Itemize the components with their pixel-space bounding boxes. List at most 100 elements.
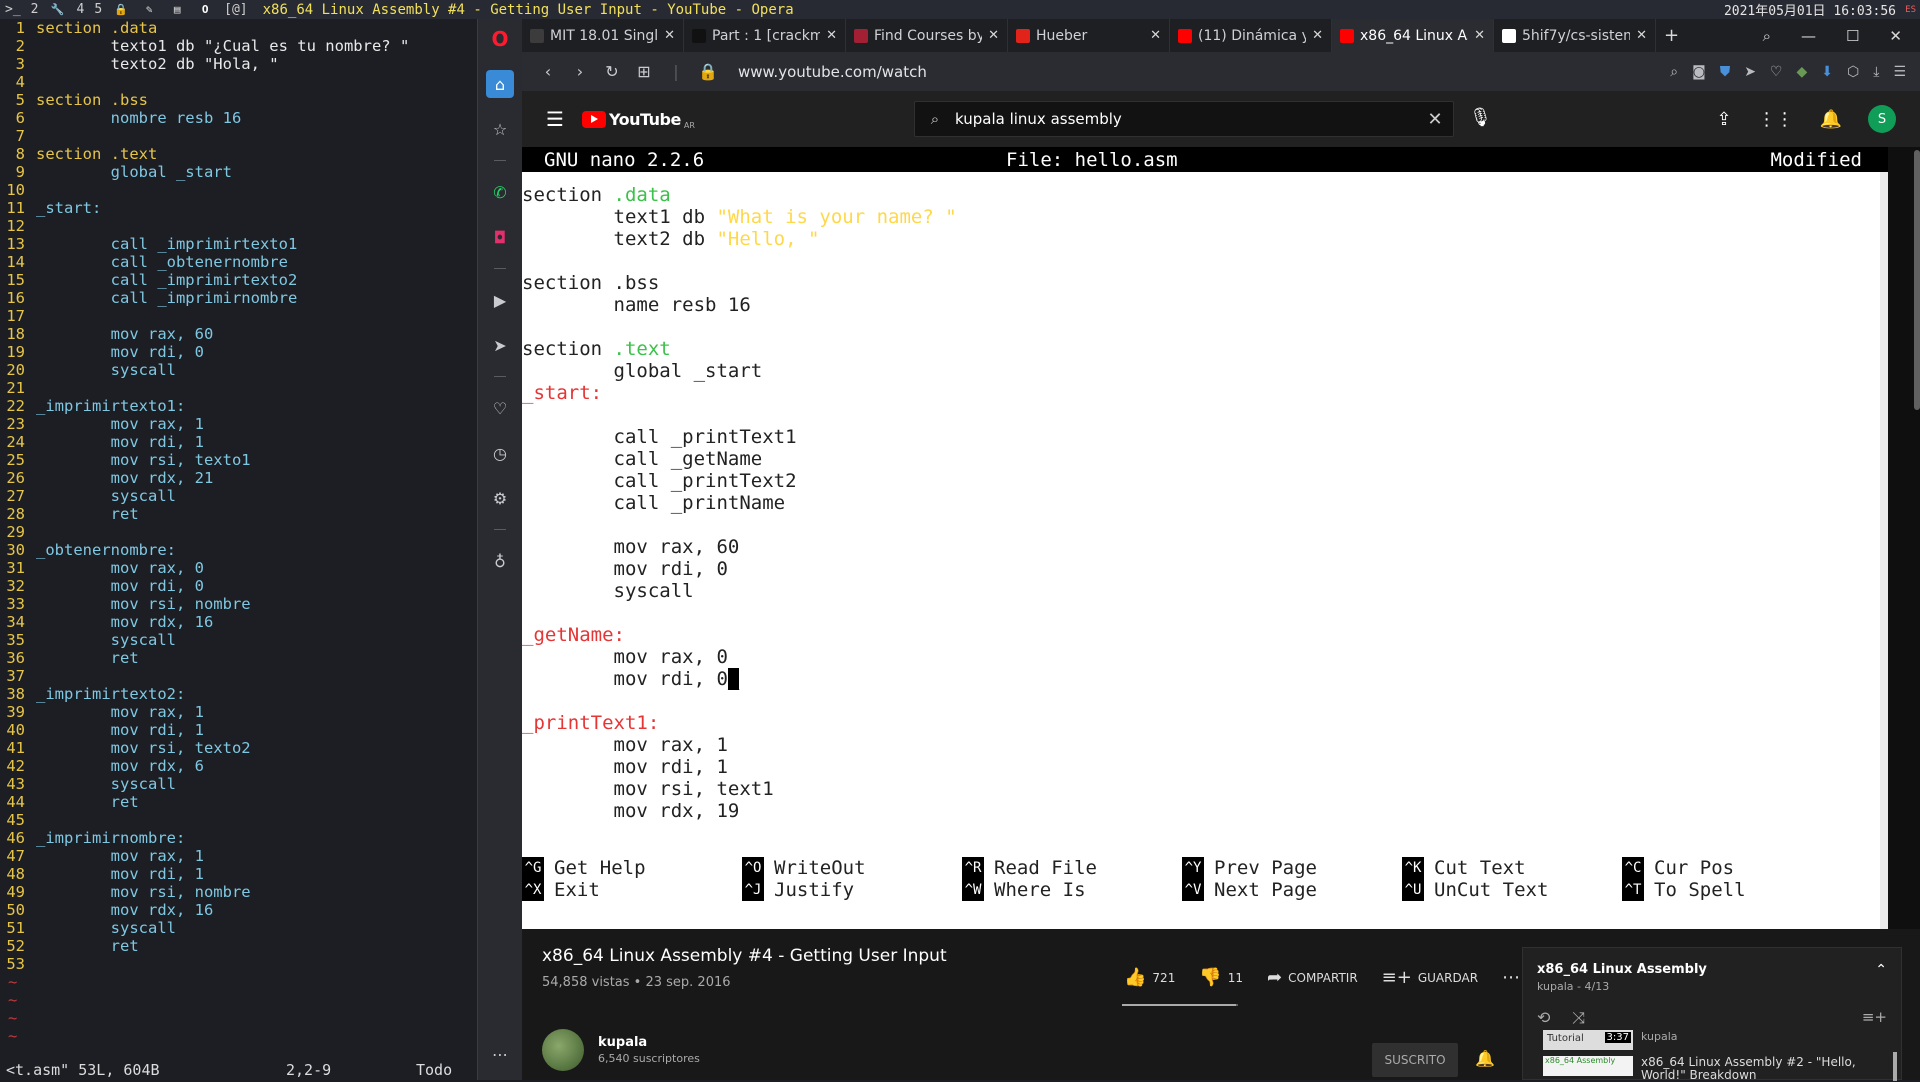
vim-line[interactable]: 25 mov rsi, texto1 <box>0 451 478 469</box>
vim-line[interactable]: 51 syscall <box>0 919 478 937</box>
chevron-up-icon[interactable]: ⌃ <box>1875 962 1887 978</box>
browser-tab[interactable]: MIT 18.01 Single ✕ <box>522 19 684 52</box>
bulb-icon[interactable]: ♁ <box>486 547 514 575</box>
download-extension-icon[interactable]: ⬇ <box>1821 64 1833 80</box>
vim-line[interactable]: 15 call _imprimirtexto2 <box>0 271 478 289</box>
terminal-icon[interactable]: >_ <box>0 2 26 17</box>
vim-line[interactable]: 19 mov rdi, 0 <box>0 343 478 361</box>
close-tab-icon[interactable]: ✕ <box>1474 28 1485 43</box>
vim-line[interactable]: 2 texto1 db "¿Cual es tu nombre? " <box>0 37 478 55</box>
close-tab-icon[interactable]: ✕ <box>1312 28 1323 43</box>
vim-line[interactable]: 35 syscall <box>0 631 478 649</box>
send-icon[interactable]: ➤ <box>1744 64 1756 80</box>
opera-icon[interactable]: O <box>198 3 212 16</box>
downloads-icon[interactable]: ⤓ <box>1873 64 1879 80</box>
instagram-icon[interactable]: ◘ <box>486 223 514 251</box>
heart-icon[interactable]: ♡ <box>486 394 514 422</box>
vim-line[interactable]: 9 global _start <box>0 163 478 181</box>
maximize-icon[interactable]: ☐ <box>1846 27 1859 45</box>
vim-line[interactable]: 42 mov rdx, 6 <box>0 757 478 775</box>
vim-line[interactable]: 23 mov rax, 1 <box>0 415 478 433</box>
back-icon[interactable]: ‹ <box>532 62 564 81</box>
more-actions-button[interactable]: ⋯ <box>1502 967 1520 988</box>
browser-tab[interactable]: 5hif7y/cs-sistem ✕ <box>1494 19 1656 52</box>
vim-line[interactable]: 1 section .data <box>0 19 478 37</box>
browser-tab[interactable]: Find Courses by ✕ <box>846 19 1008 52</box>
loop-icon[interactable]: ⟲ <box>1537 1008 1550 1028</box>
vim-line[interactable]: 4 <box>0 73 478 91</box>
tabs-overview-icon[interactable]: ⊞ <box>628 62 660 81</box>
vim-line[interactable]: 26 mov rdx, 21 <box>0 469 478 487</box>
notification-bell-icon[interactable]: 🔔 <box>1475 1049 1495 1068</box>
vim-line[interactable]: 11 _start: <box>0 199 478 217</box>
vim-line[interactable]: 27 syscall <box>0 487 478 505</box>
lock-icon[interactable]: 🔒 <box>114 3 128 16</box>
vim-line[interactable]: 33 mov rsi, nombre <box>0 595 478 613</box>
vim-line[interactable]: 28 ret <box>0 505 478 523</box>
vim-line[interactable]: 24 mov rdi, 1 <box>0 433 478 451</box>
vim-line[interactable]: 46 _imprimirnombre: <box>0 829 478 847</box>
vim-line[interactable]: 7 <box>0 127 478 145</box>
send-icon[interactable]: ➤ <box>486 331 514 359</box>
vim-line[interactable]: 6 nombre resb 16 <box>0 109 478 127</box>
minimize-icon[interactable]: — <box>1801 27 1816 45</box>
more-icon[interactable]: ⋯ <box>486 1040 514 1068</box>
share-button[interactable]: ➦ COMPARTIR <box>1267 967 1358 988</box>
vim-buffer[interactable]: 1 section .data 2 texto1 db "¿Cual es tu n… <box>0 19 478 973</box>
easy-setup-icon[interactable]: ☰ <box>1893 64 1906 80</box>
playlist-item[interactable]: Tutorial 3:37 kupala <box>1543 1030 1871 1050</box>
browser-tab[interactable]: Hueber ✕ <box>1008 19 1170 52</box>
vim-line[interactable]: 48 mov rdi, 1 <box>0 865 478 883</box>
vim-line[interactable]: 38 _imprimirtexto2: <box>0 685 478 703</box>
vim-line[interactable]: 22 _imprimirtexto1: <box>0 397 478 415</box>
vim-line[interactable]: 41 mov rsi, texto2 <box>0 739 478 757</box>
workspace-2[interactable]: 2 <box>26 2 44 17</box>
close-tab-icon[interactable]: ✕ <box>988 28 999 43</box>
shuffle-icon[interactable]: ⤨ <box>1572 1008 1585 1028</box>
upload-icon[interactable]: ⇪ <box>1716 109 1731 130</box>
menu-icon[interactable]: ☰ <box>546 107 566 131</box>
notifications-icon[interactable]: 🔔 <box>1820 109 1842 130</box>
vim-line[interactable]: 20 syscall <box>0 361 478 379</box>
like-button[interactable]: 👍 721 <box>1124 967 1175 988</box>
avatar[interactable]: S <box>1868 105 1896 133</box>
playlist-scrollbar[interactable] <box>1893 1052 1897 1081</box>
url-field[interactable]: www.youtube.com/watch <box>738 63 927 81</box>
vim-line[interactable]: 40 mov rdi, 1 <box>0 721 478 739</box>
close-tab-icon[interactable]: ✕ <box>1636 28 1647 43</box>
page-scrollbar[interactable] <box>1914 150 1920 410</box>
playlist-item[interactable]: x86_64 Assembly x86_64 Linux Assembly #2… <box>1543 1056 1871 1082</box>
browser-tab[interactable]: (11) Dinámica y ✕ <box>1170 19 1332 52</box>
search-box[interactable]: ⌕ kupala linux assembly ✕ <box>914 101 1454 137</box>
vim-line[interactable]: 37 <box>0 667 478 685</box>
vim-line[interactable]: 39 mov rax, 1 <box>0 703 478 721</box>
vim-line[interactable]: 31 mov rax, 0 <box>0 559 478 577</box>
star-icon[interactable]: ☆ <box>486 115 514 143</box>
close-window-icon[interactable]: ✕ <box>1889 27 1902 45</box>
zoom-icon[interactable]: ⌕ <box>1670 64 1678 80</box>
apps-icon[interactable]: ⋮⋮ <box>1758 109 1794 130</box>
vim-line[interactable]: 29 <box>0 523 478 541</box>
playlist-add-icon[interactable]: ≡+ <box>1862 1008 1887 1026</box>
channel-name[interactable]: kupala <box>598 1035 700 1050</box>
vim-editor[interactable]: 1 section .data 2 texto1 db "¿Cual es tu n… <box>0 19 478 1080</box>
vim-line[interactable]: 47 mov rax, 1 <box>0 847 478 865</box>
dislike-button[interactable]: 👎 11 <box>1199 967 1243 988</box>
workspace-4[interactable]: 4 <box>71 2 89 17</box>
player-icon[interactable]: ▶ <box>486 286 514 314</box>
vim-line[interactable]: 8 section .text <box>0 145 478 163</box>
bookmark-heart-icon[interactable]: ♡ <box>1770 64 1783 80</box>
vim-line[interactable]: 34 mov rdx, 16 <box>0 613 478 631</box>
home-icon[interactable]: ⌂ <box>486 70 514 98</box>
subscribed-button[interactable]: SUSCRITO <box>1372 1043 1458 1077</box>
vim-line[interactable]: 13 call _imprimirtexto1 <box>0 235 478 253</box>
microphone-icon[interactable]: 🎙 <box>1469 107 1492 128</box>
vim-line[interactable]: 10 <box>0 181 478 199</box>
vim-line[interactable]: 44 ret <box>0 793 478 811</box>
snapshot-icon[interactable]: ◙ <box>1692 64 1706 80</box>
cube-icon[interactable]: ⬡ <box>1847 64 1859 80</box>
forward-icon[interactable]: › <box>564 62 596 81</box>
workspace-5[interactable]: 5 <box>89 2 107 17</box>
playlist-title[interactable]: x86_64 Linux Assembly <box>1537 962 1707 977</box>
save-button[interactable]: ≡+ GUARDAR <box>1382 967 1478 988</box>
